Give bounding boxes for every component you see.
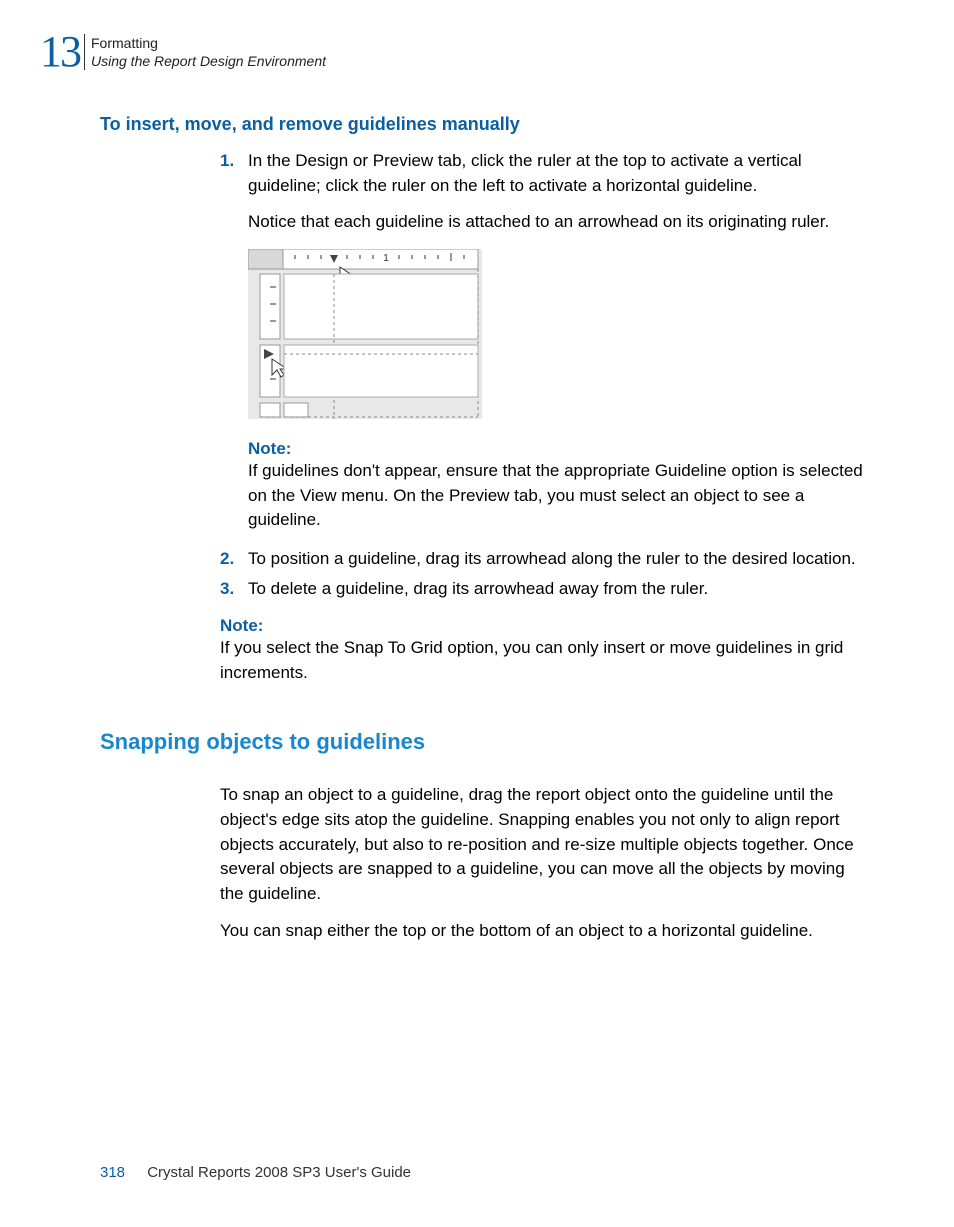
step-text: To position a guideline, drag its arrowh…: [248, 547, 864, 572]
body-paragraph: To snap an object to a guideline, drag t…: [220, 783, 864, 906]
chapter-number: 13: [40, 30, 80, 74]
svg-text:1: 1: [383, 253, 389, 264]
doc-title: Crystal Reports 2008 SP3 User's Guide: [147, 1164, 411, 1181]
step-2: 2. To position a guideline, drag its arr…: [220, 547, 864, 572]
step-3: 3. To delete a guideline, drag its arrow…: [220, 577, 864, 602]
page-header: 13 Formatting Using the Report Design En…: [40, 30, 864, 74]
note-text: If guidelines don't appear, ensure that …: [248, 459, 864, 533]
note-label: Note:: [248, 439, 864, 459]
step-1: 1. In the Design or Preview tab, click t…: [220, 149, 864, 198]
note-text: If you select the Snap To Grid option, y…: [220, 636, 864, 685]
heading-insert-guidelines: To insert, move, and remove guidelines m…: [100, 114, 864, 135]
step-1-followup: Notice that each guideline is attached t…: [248, 210, 864, 235]
page-footer: 318 Crystal Reports 2008 SP3 User's Guid…: [100, 1164, 411, 1181]
header-titles: Formatting Using the Report Design Envir…: [84, 34, 326, 70]
step-number: 2.: [220, 547, 248, 572]
note-label: Note:: [220, 616, 864, 636]
ruler-guideline-figure: 1: [248, 249, 482, 419]
step-number: 1.: [220, 149, 248, 198]
step-number: 3.: [220, 577, 248, 602]
body-paragraph: You can snap either the top or the botto…: [220, 919, 864, 944]
step-text: To delete a guideline, drag its arrowhea…: [248, 577, 864, 602]
step-text: In the Design or Preview tab, click the …: [248, 149, 864, 198]
chapter-title: Formatting: [91, 34, 326, 52]
section-title: Using the Report Design Environment: [91, 52, 326, 70]
heading-snapping-objects: Snapping objects to guidelines: [100, 729, 864, 755]
page-number: 318: [100, 1164, 125, 1181]
